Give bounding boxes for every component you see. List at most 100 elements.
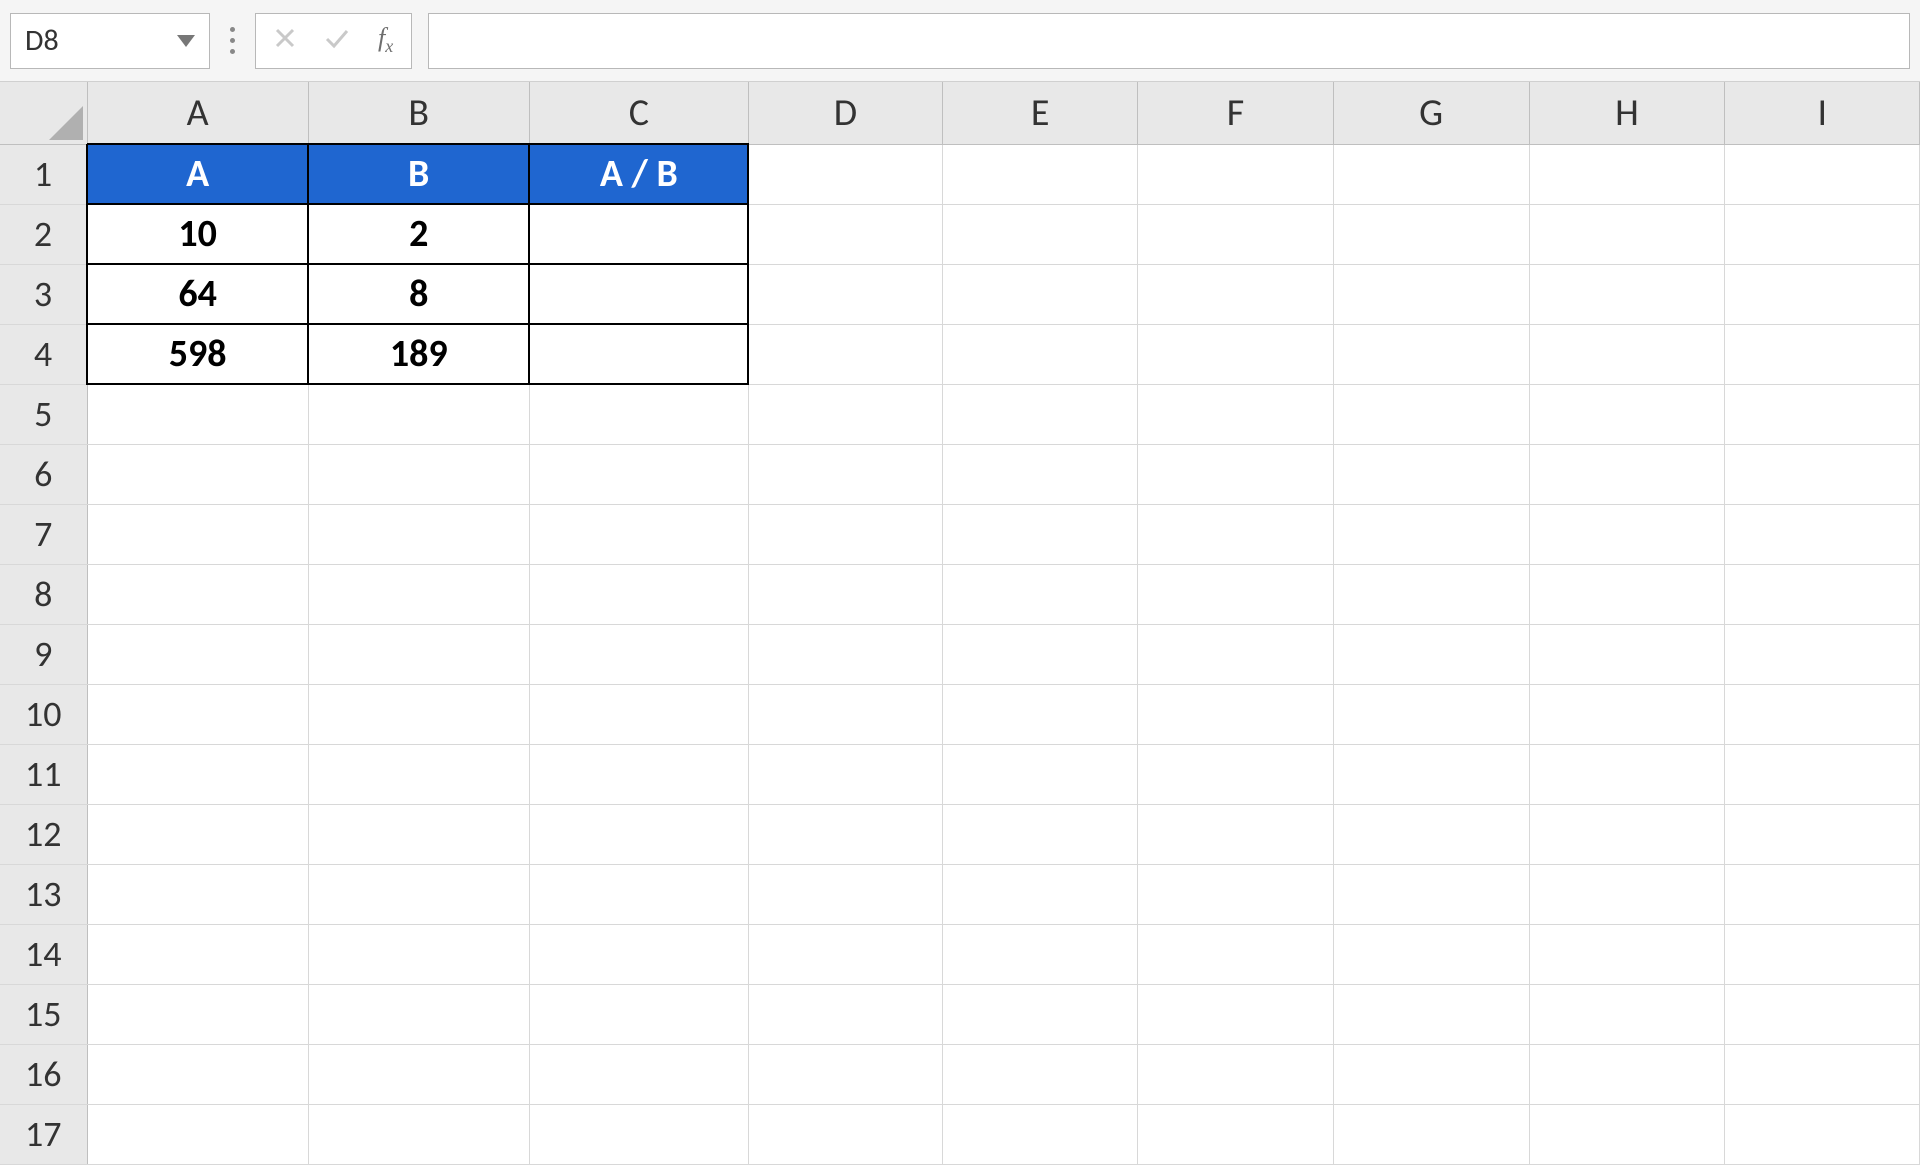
col-header-B[interactable]: B: [308, 82, 529, 144]
cell-F4[interactable]: [1138, 324, 1333, 384]
cell-G17[interactable]: [1333, 1104, 1529, 1164]
cell-B8[interactable]: [308, 564, 529, 624]
cell-C2[interactable]: [529, 204, 748, 264]
cell-D14[interactable]: [748, 924, 942, 984]
cell-A12[interactable]: [87, 804, 308, 864]
cell-G6[interactable]: [1333, 444, 1529, 504]
row-header-15[interactable]: 15: [0, 984, 87, 1044]
row-header-7[interactable]: 7: [0, 504, 87, 564]
cell-I11[interactable]: [1725, 744, 1920, 804]
cell-G1[interactable]: [1333, 144, 1529, 204]
cell-A2[interactable]: 10: [87, 204, 308, 264]
cell-G14[interactable]: [1333, 924, 1529, 984]
cell-H17[interactable]: [1529, 1104, 1725, 1164]
cell-F9[interactable]: [1138, 624, 1333, 684]
cell-G7[interactable]: [1333, 504, 1529, 564]
cell-B1[interactable]: B: [308, 144, 529, 204]
cell-E15[interactable]: [943, 984, 1138, 1044]
cell-A16[interactable]: [87, 1044, 308, 1104]
cell-A10[interactable]: [87, 684, 308, 744]
cell-E13[interactable]: [943, 864, 1138, 924]
cell-D1[interactable]: [748, 144, 942, 204]
cell-I15[interactable]: [1725, 984, 1920, 1044]
cell-A15[interactable]: [87, 984, 308, 1044]
row-header-16[interactable]: 16: [0, 1044, 87, 1104]
cell-H9[interactable]: [1529, 624, 1725, 684]
cancel-formula-button[interactable]: [274, 27, 296, 54]
cell-C10[interactable]: [529, 684, 748, 744]
cell-C4[interactable]: [529, 324, 748, 384]
cell-H12[interactable]: [1529, 804, 1725, 864]
cell-F13[interactable]: [1138, 864, 1333, 924]
cell-C3[interactable]: [529, 264, 748, 324]
cell-H14[interactable]: [1529, 924, 1725, 984]
cell-B16[interactable]: [308, 1044, 529, 1104]
row-header-1[interactable]: 1: [0, 144, 87, 204]
cell-B15[interactable]: [308, 984, 529, 1044]
cell-D9[interactable]: [748, 624, 942, 684]
cell-E16[interactable]: [943, 1044, 1138, 1104]
cell-I9[interactable]: [1725, 624, 1920, 684]
cell-H7[interactable]: [1529, 504, 1725, 564]
cell-D2[interactable]: [748, 204, 942, 264]
cell-G9[interactable]: [1333, 624, 1529, 684]
cell-D3[interactable]: [748, 264, 942, 324]
cell-F14[interactable]: [1138, 924, 1333, 984]
formula-bar-input[interactable]: [428, 13, 1910, 69]
enter-formula-button[interactable]: [324, 27, 350, 54]
cell-A8[interactable]: [87, 564, 308, 624]
col-header-I[interactable]: I: [1725, 82, 1920, 144]
cell-G8[interactable]: [1333, 564, 1529, 624]
cell-B17[interactable]: [308, 1104, 529, 1164]
cell-D4[interactable]: [748, 324, 942, 384]
cell-B7[interactable]: [308, 504, 529, 564]
cell-C13[interactable]: [529, 864, 748, 924]
cell-H15[interactable]: [1529, 984, 1725, 1044]
cell-C12[interactable]: [529, 804, 748, 864]
cell-D13[interactable]: [748, 864, 942, 924]
cell-G3[interactable]: [1333, 264, 1529, 324]
cell-B12[interactable]: [308, 804, 529, 864]
row-header-3[interactable]: 3: [0, 264, 87, 324]
row-header-14[interactable]: 14: [0, 924, 87, 984]
row-header-8[interactable]: 8: [0, 564, 87, 624]
cell-B14[interactable]: [308, 924, 529, 984]
cell-B3[interactable]: 8: [308, 264, 529, 324]
cell-G15[interactable]: [1333, 984, 1529, 1044]
cell-E1[interactable]: [943, 144, 1138, 204]
col-header-A[interactable]: A: [87, 82, 308, 144]
cell-E14[interactable]: [943, 924, 1138, 984]
select-all-corner[interactable]: [0, 82, 87, 144]
cell-F17[interactable]: [1138, 1104, 1333, 1164]
cell-C17[interactable]: [529, 1104, 748, 1164]
cell-H3[interactable]: [1529, 264, 1725, 324]
cell-H5[interactable]: [1529, 384, 1725, 444]
cell-I5[interactable]: [1725, 384, 1920, 444]
row-header-9[interactable]: 9: [0, 624, 87, 684]
cell-E7[interactable]: [943, 504, 1138, 564]
cell-H8[interactable]: [1529, 564, 1725, 624]
cell-G12[interactable]: [1333, 804, 1529, 864]
cell-F1[interactable]: [1138, 144, 1333, 204]
row-header-5[interactable]: 5: [0, 384, 87, 444]
row-header-4[interactable]: 4: [0, 324, 87, 384]
cell-I3[interactable]: [1725, 264, 1920, 324]
cell-D11[interactable]: [748, 744, 942, 804]
cell-D6[interactable]: [748, 444, 942, 504]
col-header-G[interactable]: G: [1333, 82, 1529, 144]
cell-A11[interactable]: [87, 744, 308, 804]
cell-E10[interactable]: [943, 684, 1138, 744]
col-header-H[interactable]: H: [1529, 82, 1725, 144]
cell-D5[interactable]: [748, 384, 942, 444]
vertical-dots-icon[interactable]: [226, 27, 239, 54]
cell-A9[interactable]: [87, 624, 308, 684]
cell-H6[interactable]: [1529, 444, 1725, 504]
cell-F15[interactable]: [1138, 984, 1333, 1044]
row-header-6[interactable]: 6: [0, 444, 87, 504]
cell-E6[interactable]: [943, 444, 1138, 504]
row-header-10[interactable]: 10: [0, 684, 87, 744]
cell-E9[interactable]: [943, 624, 1138, 684]
cell-G4[interactable]: [1333, 324, 1529, 384]
cell-G13[interactable]: [1333, 864, 1529, 924]
cell-E12[interactable]: [943, 804, 1138, 864]
